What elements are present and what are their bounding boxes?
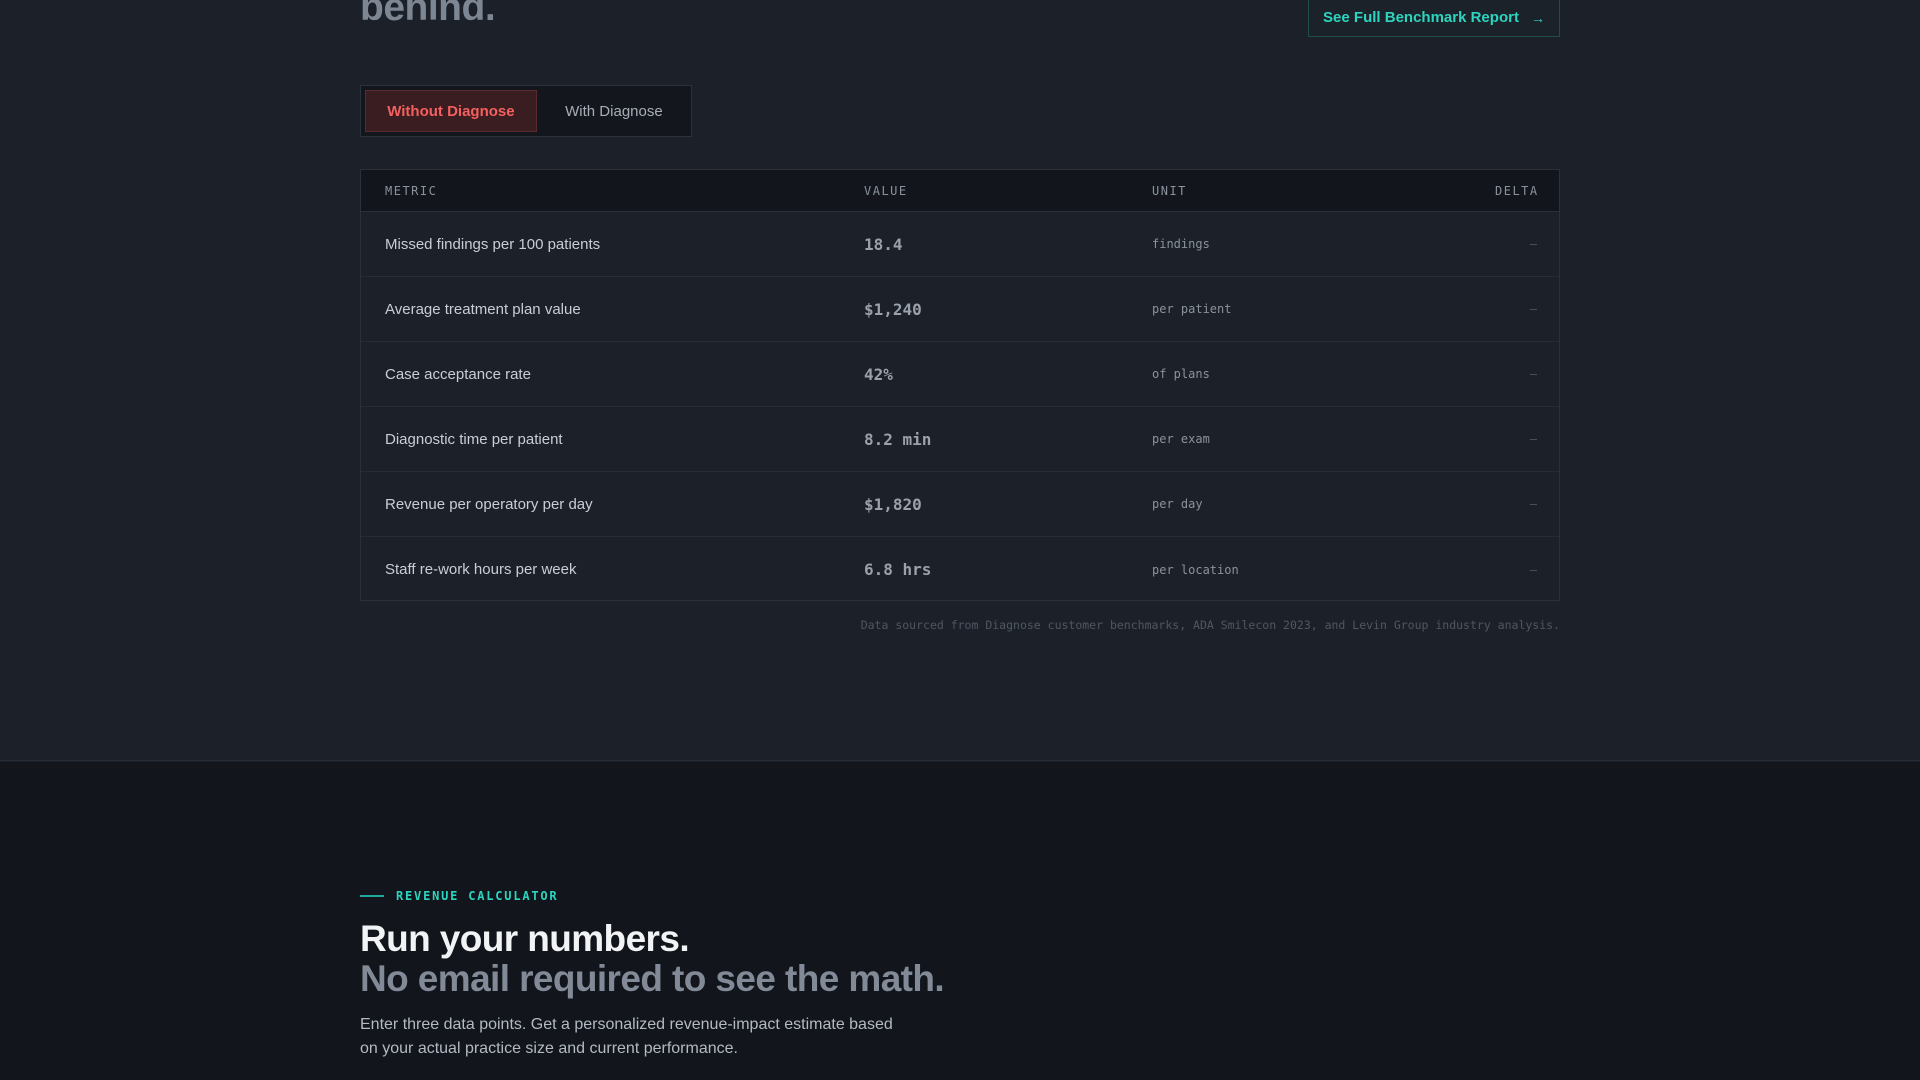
value-cell: 18.4 <box>864 234 903 254</box>
delta-cell: — <box>1529 497 1537 511</box>
table-row: Staff re-work hours per week 6.8 hrs per… <box>361 537 1559 602</box>
calculator-eyebrow: REVENUE CALCULATOR <box>360 889 558 903</box>
calculator-lead: Enter three data points. Get a personali… <box>360 1016 893 1057</box>
comparison-toggle: Without Diagnose With Diagnose <box>360 85 692 137</box>
benchmark-section: behind. See Full Benchmark Report → With… <box>0 0 1920 761</box>
unit-cell: per exam <box>1152 432 1210 446</box>
page: behind. See Full Benchmark Report → With… <box>0 0 1920 1080</box>
header-delta: DELTA <box>1495 183 1539 198</box>
unit-cell: per day <box>1152 497 1203 511</box>
metric-cell: Staff re-work hours per week <box>385 561 577 578</box>
value-cell: 42% <box>864 364 893 384</box>
value-cell: $1,240 <box>864 299 922 319</box>
see-full-benchmark-report-button[interactable]: See Full Benchmark Report → <box>1308 0 1560 37</box>
benchmark-table: METRIC VALUE UNIT DELTA Missed findings … <box>360 169 1560 601</box>
arrow-right-icon: → <box>1530 9 1545 26</box>
delta-cell: — <box>1529 237 1537 251</box>
toggle-with-diagnose[interactable]: With Diagnose <box>541 90 687 132</box>
delta-cell: — <box>1529 432 1537 446</box>
delta-cell: — <box>1529 302 1537 316</box>
section-heading: behind. <box>360 0 496 29</box>
table-row: Case acceptance rate 42% of plans — <box>361 342 1559 407</box>
table-row: Missed findings per 100 patients 18.4 fi… <box>361 212 1559 277</box>
metric-cell: Average treatment plan value <box>385 300 581 318</box>
table-row: Revenue per operatory per day $1,820 per… <box>361 472 1559 537</box>
delta-cell: — <box>1529 562 1537 577</box>
metric-cell: Diagnostic time per patient <box>385 430 563 448</box>
calculator-section <box>0 762 1920 1080</box>
metric-cell: Missed findings per 100 patients <box>385 235 601 253</box>
unit-cell: per patient <box>1152 302 1232 316</box>
table-header: METRIC VALUE UNIT DELTA <box>361 170 1559 212</box>
eyebrow-line <box>360 895 384 897</box>
metric-cell: Case acceptance rate <box>385 365 531 383</box>
unit-cell: per location <box>1152 562 1239 577</box>
report-button-label: See Full Benchmark Report <box>1323 9 1519 26</box>
calculator-subtitle: No email required to see the math. <box>360 958 945 999</box>
eyebrow-label: REVENUE CALCULATOR <box>396 889 559 903</box>
delta-cell: — <box>1529 367 1537 381</box>
table-row: Average treatment plan value $1,240 per … <box>361 277 1559 342</box>
unit-cell: of plans <box>1152 367 1210 381</box>
value-cell: 8.2 min <box>864 429 932 449</box>
header-unit: UNIT <box>1152 183 1187 198</box>
header-metric: METRIC <box>385 183 438 198</box>
calculator-title: Run your numbers. <box>360 918 690 959</box>
value-cell: 6.8 hrs <box>864 560 932 579</box>
unit-cell: findings <box>1152 237 1210 251</box>
source-note: Data sourced from Diagnose customer benc… <box>860 618 1560 632</box>
value-cell: $1,820 <box>864 494 922 514</box>
metric-cell: Revenue per operatory per day <box>385 495 593 513</box>
header-value: VALUE <box>864 183 908 198</box>
toggle-without-diagnose[interactable]: Without Diagnose <box>365 90 537 132</box>
table-row: Diagnostic time per patient 8.2 min per … <box>361 407 1559 472</box>
